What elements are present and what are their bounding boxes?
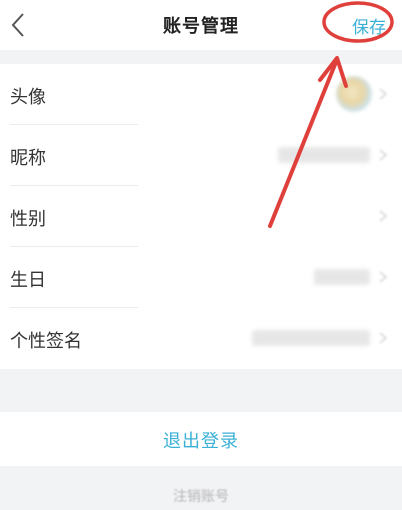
page-title: 账号管理: [163, 16, 239, 37]
chevron-right-icon: [379, 149, 388, 161]
birthday-row[interactable]: 生日: [0, 247, 402, 308]
delete-account-label: 注销账号: [173, 489, 229, 505]
signature-value-blurred: [252, 330, 370, 346]
logout-label: 退出登录: [163, 431, 239, 452]
profile-settings-list: 头像 昵称 性别 生日 个性签名: [0, 64, 402, 369]
gender-row[interactable]: 性别: [0, 186, 402, 247]
nickname-value-blurred: [278, 147, 370, 163]
birthday-value-blurred: [314, 269, 370, 285]
save-button[interactable]: 保存: [352, 13, 386, 38]
chevron-right-icon: [379, 271, 388, 283]
nickname-label: 昵称: [10, 148, 46, 169]
nickname-row[interactable]: 昵称: [0, 125, 402, 186]
avatar-row[interactable]: 头像: [0, 64, 402, 125]
chevron-right-icon: [379, 332, 388, 344]
top-bar: 账号管理 保存: [0, 0, 402, 50]
chevron-right-icon: [379, 210, 388, 222]
gender-label: 性别: [10, 209, 46, 230]
avatar-label: 头像: [10, 87, 46, 108]
signature-label: 个性签名: [10, 331, 82, 352]
delete-account-button[interactable]: 注销账号: [0, 480, 402, 510]
avatar: [336, 76, 372, 112]
chevron-right-icon: [379, 88, 388, 100]
logout-button[interactable]: 退出登录: [0, 412, 402, 466]
signature-row[interactable]: 个性签名: [0, 308, 402, 369]
birthday-label: 生日: [10, 270, 46, 291]
